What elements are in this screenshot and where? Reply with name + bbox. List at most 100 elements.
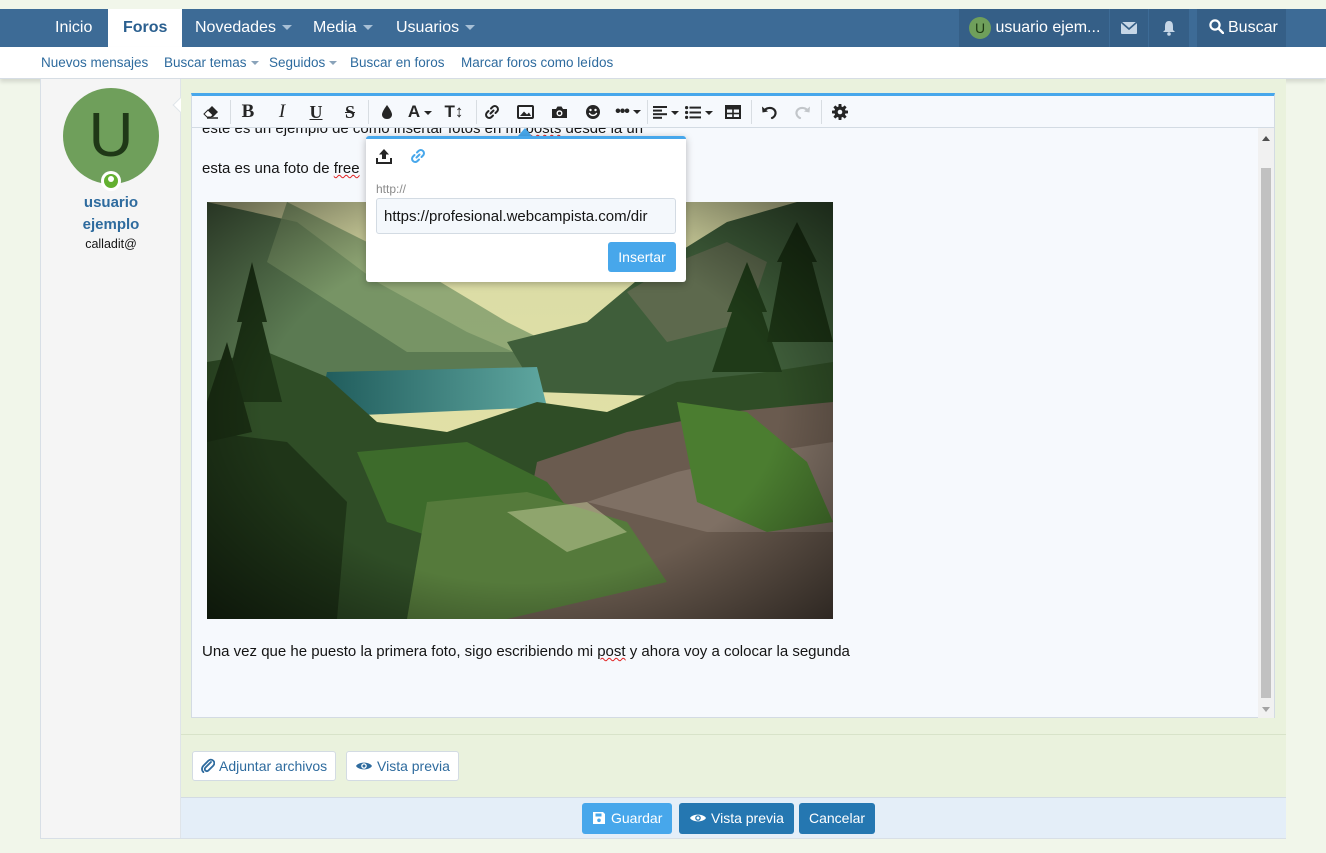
text-size-icon: T↕	[444, 102, 464, 121]
undo-button[interactable]	[758, 96, 780, 128]
envelope-icon	[1121, 22, 1137, 34]
italic-icon[interactable]: I	[272, 96, 292, 128]
preview-label: Vista previa	[377, 758, 450, 774]
bell-icon	[1163, 21, 1175, 36]
chevron-down-icon[interactable]	[465, 25, 476, 31]
clear-formatting-button[interactable]	[200, 96, 222, 128]
top-navigation: Inicio Foros Novedades Media Usuarios U …	[0, 9, 1326, 47]
toolbar-separator	[647, 100, 648, 124]
subnav-buscar-en-foros[interactable]: Buscar en foros	[350, 47, 445, 79]
insert-table-button[interactable]	[722, 96, 744, 128]
image-icon	[516, 105, 534, 119]
chevron-down-icon[interactable]	[281, 25, 292, 31]
paragraph-text: Una vez que he puesto la primera foto, s…	[202, 643, 598, 660]
list-button[interactable]	[684, 96, 714, 128]
chevron-down-icon[interactable]	[362, 25, 373, 31]
upload-tab[interactable]	[376, 148, 396, 168]
user-column: U usuario ejemplo calladit@	[41, 79, 181, 838]
more-options-button[interactable]: •••	[613, 96, 643, 128]
undo-icon	[762, 106, 777, 120]
redo-icon	[795, 106, 810, 120]
redo-button[interactable]	[792, 96, 814, 128]
scrollbar-thumb[interactable]	[1261, 168, 1271, 698]
eye-icon	[690, 814, 706, 822]
insert-smilie-button[interactable]	[582, 96, 604, 128]
subnav-seguidos[interactable]: Seguidos	[269, 47, 338, 79]
toolbar-separator	[230, 100, 231, 124]
inbox-button[interactable]	[1110, 9, 1148, 47]
nav-tab-foros[interactable]: Foros	[108, 9, 183, 47]
search-icon	[1209, 19, 1225, 35]
insert-button[interactable]: Insertar	[608, 242, 676, 272]
align-button[interactable]	[652, 96, 680, 128]
insert-media-button[interactable]	[548, 96, 570, 128]
ellipsis-icon: •••	[615, 103, 630, 120]
subnav-buscar-temas[interactable]: Buscar temas	[164, 47, 259, 79]
table-icon	[725, 105, 741, 119]
insert-image-button[interactable]	[514, 96, 536, 128]
sub-navigation: Nuevos mensajes Buscar temas Seguidos Bu…	[0, 47, 1326, 79]
bold-icon[interactable]: B	[238, 96, 258, 128]
form-footer: Guardar Vista previa Cancelar	[181, 797, 1286, 838]
subnav-label: Marcar foros como leídos	[461, 55, 614, 70]
nav-tab-usuarios[interactable]: Usuarios	[396, 9, 476, 47]
insert-image-popup: http:// Insertar	[366, 136, 686, 282]
nav-tab-novedades[interactable]: Novedades	[195, 9, 292, 47]
insert-link-button[interactable]	[481, 96, 503, 128]
list-icon	[685, 106, 701, 119]
droplet-icon	[382, 105, 392, 119]
image-url-input[interactable]	[376, 198, 676, 234]
cancel-label: Cancelar	[809, 810, 866, 826]
user-title: calladit@	[85, 237, 137, 251]
misspelled-word: post	[597, 643, 626, 660]
save-button[interactable]: Guardar	[582, 803, 673, 834]
account-menu[interactable]: U usuario ejem...	[959, 9, 1109, 47]
popup-arrow	[518, 128, 532, 136]
scroll-down-arrow-icon[interactable]	[1262, 707, 1270, 712]
search-label: Buscar	[1228, 19, 1278, 36]
avatar: U	[969, 16, 991, 39]
subnav-nuevos-mensajes[interactable]: Nuevos mensajes	[41, 47, 148, 79]
cancel-button[interactable]: Cancelar	[799, 803, 876, 834]
nav-tab-label: Inicio	[55, 19, 93, 36]
gear-icon	[832, 104, 848, 120]
search-button[interactable]: Buscar	[1197, 9, 1286, 47]
chevron-down-icon	[632, 109, 641, 114]
editor-toolbar: B I U S A T↕ •••	[192, 96, 1274, 128]
link-icon	[411, 149, 425, 163]
subnav-marcar-leidos[interactable]: Marcar foros como leídos	[461, 47, 613, 79]
nav-tab-media[interactable]: Media	[313, 9, 373, 47]
attachments-row: Adjuntar archivos Vista previa	[181, 734, 1286, 797]
smiley-icon	[586, 105, 600, 119]
username-line: usuario	[83, 194, 139, 211]
toolbar-separator	[821, 100, 822, 124]
username-link[interactable]: usuario ejemplo	[41, 192, 181, 236]
rich-text-editor: B I U S A T↕ ••• este es un ejemplo de c…	[191, 93, 1275, 718]
toolbar-separator	[368, 100, 369, 124]
nav-tab-label: Media	[313, 19, 357, 36]
misspelled-word: free	[333, 160, 360, 177]
subnav-label: Nuevos mensajes	[41, 55, 149, 70]
editor-scrollbar[interactable]	[1258, 128, 1274, 718]
editor-content[interactable]: este es un ejemplo de como insertar foto…	[192, 128, 1258, 718]
font-size-button[interactable]: T↕	[439, 96, 469, 128]
preview-submit-button[interactable]: Vista previa	[679, 803, 794, 834]
account-username: usuario ejem...	[995, 19, 1101, 36]
nav-tab-inicio[interactable]: Inicio	[55, 9, 92, 47]
attach-files-button[interactable]: Adjuntar archivos	[192, 751, 337, 781]
subnav-label: Buscar en foros	[350, 55, 445, 70]
alerts-button[interactable]	[1149, 9, 1189, 47]
eye-icon	[356, 762, 372, 770]
toolbar-separator	[751, 100, 752, 124]
nav-tab-label: Foros	[123, 19, 168, 36]
text-color-button[interactable]	[377, 96, 397, 128]
avatar[interactable]: U	[63, 88, 159, 184]
url-tab[interactable]	[410, 148, 430, 168]
preview-button[interactable]: Vista previa	[346, 751, 459, 781]
chevron-down-icon	[250, 61, 259, 66]
scroll-up-arrow-icon[interactable]	[1262, 136, 1270, 141]
underline-icon[interactable]: U	[306, 96, 326, 128]
font-family-button[interactable]: A	[406, 96, 434, 128]
strikethrough-icon[interactable]: S	[340, 96, 360, 128]
editor-settings-button[interactable]	[829, 96, 851, 128]
